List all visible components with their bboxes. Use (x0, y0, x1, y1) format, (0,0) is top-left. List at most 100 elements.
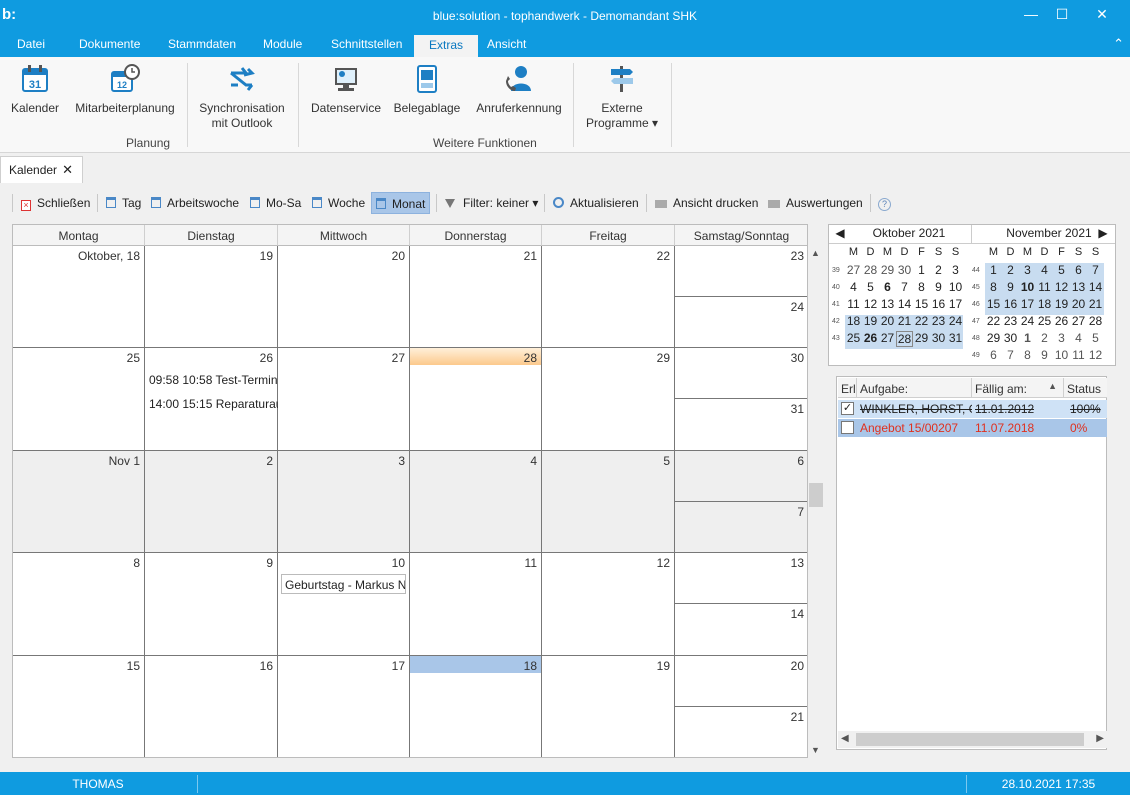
day-cell[interactable]: 21 (410, 246, 542, 348)
mini-cal-day[interactable]: 27 (845, 263, 862, 279)
mini-cal-day[interactable]: 2 (930, 263, 947, 279)
mini-cal-day[interactable]: 22 (985, 314, 1002, 330)
filter-dropdown[interactable]: Filter: keiner ▾ (441, 192, 542, 214)
day-cell[interactable]: 25 (13, 348, 145, 451)
mini-cal-day[interactable]: 30 (1002, 331, 1019, 347)
scroll-down-icon[interactable]: ▼ (811, 745, 820, 755)
mini-cal-day[interactable]: 7 (1087, 263, 1104, 279)
day-cell[interactable]: 19 (542, 656, 675, 757)
mini-cal-day[interactable]: 2 (1036, 331, 1053, 347)
mini-cal-day[interactable]: 29 (985, 331, 1002, 347)
mini-cal-day[interactable]: 15 (913, 297, 930, 313)
tab-kalender[interactable]: Kalender ✕ (0, 156, 83, 183)
mini-cal-day[interactable]: 17 (1019, 297, 1036, 313)
mini-cal-day[interactable]: 11 (845, 297, 862, 313)
day-cell[interactable]: 9 (145, 553, 278, 656)
day-cell[interactable]: 22 (542, 246, 675, 348)
weekend-day-cell[interactable]: 14 (675, 604, 807, 656)
mini-cal-day[interactable]: 25 (1036, 314, 1053, 330)
mini-cal-day[interactable]: 4 (845, 280, 862, 296)
mini-cal-day[interactable]: 4 (1070, 331, 1087, 347)
view-woche-button[interactable]: Woche (308, 192, 369, 214)
auswertungen-button[interactable]: Auswertungen (764, 192, 867, 214)
mini-cal-day[interactable]: 16 (930, 297, 947, 313)
calendar-scrollbar[interactable]: ▲ ▼ (808, 246, 824, 758)
mini-cal-day[interactable]: 20 (879, 314, 896, 330)
mini-cal-day[interactable]: 17 (947, 297, 964, 313)
mini-cal-day[interactable]: 5 (1087, 331, 1104, 347)
day-cell[interactable]: Nov 1 (13, 451, 145, 553)
mini-cal-day[interactable]: 10 (947, 280, 964, 296)
mini-cal-day[interactable]: 19 (862, 314, 879, 330)
mini-cal-day[interactable]: 1 (985, 263, 1002, 279)
mini-cal-day[interactable]: 27 (879, 331, 896, 347)
task-col-faellig[interactable]: Fällig am: ▲ (972, 378, 1064, 398)
view-mosa-button[interactable]: Mo-Sa (246, 192, 305, 214)
menu-ansicht[interactable]: Ansicht (487, 37, 526, 51)
mini-cal-day[interactable]: 13 (1070, 280, 1087, 296)
day-cell[interactable]: Oktober, 18 (13, 246, 145, 348)
weekend-day-cell[interactable]: 30 (675, 348, 807, 399)
task-row[interactable]: ✓ WINKLER, HORST, GE 11.01.2012 100% (838, 400, 1107, 418)
mini-cal-day[interactable]: 14 (896, 297, 913, 313)
day-cell[interactable]: 5 (542, 451, 675, 553)
view-tag-button[interactable]: Tag (102, 192, 145, 214)
day-cell[interactable]: 17 (278, 656, 410, 757)
close-button[interactable]: ✕ (1090, 6, 1114, 26)
aktualisieren-button[interactable]: Aktualisieren (549, 192, 643, 214)
task-checkbox[interactable]: ✓ (841, 402, 854, 415)
mini-cal-day[interactable]: 5 (862, 280, 879, 296)
minimize-button[interactable]: — (1019, 6, 1043, 26)
mini-cal-day[interactable]: 9 (930, 280, 947, 296)
mini-cal-day[interactable]: 13 (879, 297, 896, 313)
view-arbeitswoche-button[interactable]: Arbeitswoche (147, 192, 243, 214)
task-col-erl[interactable]: Erl (838, 378, 857, 398)
task-col-aufgabe[interactable]: Aufgabe: (857, 378, 972, 398)
hscroll-thumb[interactable] (856, 733, 1084, 746)
collapse-ribbon-icon[interactable]: ⌃ (1113, 36, 1124, 52)
weekend-day-cell[interactable]: 13 (675, 553, 807, 604)
mini-cal-day[interactable]: 19 (1053, 297, 1070, 313)
task-row[interactable]: Angebot 15/00207 11.07.2018 0% (838, 419, 1107, 437)
menu-dokumente[interactable]: Dokumente (79, 37, 140, 51)
mini-cal-day[interactable]: 24 (1019, 314, 1036, 330)
day-cell[interactable]: 16 (145, 656, 278, 757)
mini-cal-day[interactable]: 25 (845, 331, 862, 347)
close-tab-icon[interactable]: ✕ (62, 162, 73, 178)
mini-cal-day[interactable]: 26 (862, 331, 879, 347)
weekend-day-cell[interactable]: 24 (675, 297, 807, 348)
birthday-event[interactable]: Geburtstag - Markus N (281, 574, 406, 594)
mini-cal-day[interactable]: 6 (985, 348, 1002, 364)
mini-cal-day[interactable]: 21 (1087, 297, 1104, 313)
mini-cal-day[interactable]: 20 (1070, 297, 1087, 313)
day-cell[interactable]: 8 (13, 553, 145, 656)
day-cell[interactable]: 2 (145, 451, 278, 553)
scroll-up-icon[interactable]: ▲ (811, 248, 820, 258)
mini-cal-day[interactable]: 8 (985, 280, 1002, 296)
anruferkennung-button[interactable]: Anruferkennung (472, 63, 566, 116)
day-cell[interactable]: 12 (542, 553, 675, 656)
task-checkbox[interactable] (841, 421, 854, 434)
mini-cal-day[interactable]: 28 (862, 263, 879, 279)
mini-cal-day[interactable]: 3 (947, 263, 964, 279)
ansicht-drucken-button[interactable]: Ansicht drucken (651, 192, 762, 214)
scroll-thumb[interactable] (809, 483, 823, 507)
menu-datei[interactable]: Datei (17, 37, 45, 51)
calendar-event[interactable]: 09:58 10:58 Test-Termin (149, 373, 278, 387)
task-hscrollbar[interactable]: ◀ ▶ (838, 731, 1107, 748)
next-month-icon[interactable]: ▶ (1098, 226, 1108, 244)
mini-cal-day[interactable]: 18 (845, 314, 862, 330)
maximize-button[interactable]: ☐ (1050, 6, 1074, 26)
mini-cal-day[interactable]: 30 (896, 263, 913, 279)
mini-cal-day[interactable]: 28 (896, 331, 913, 347)
sync-outlook-button[interactable]: Synchronisation mit Outlook (196, 63, 288, 131)
prev-month-icon[interactable]: ◀ (835, 226, 845, 244)
day-cell[interactable]: 20 (278, 246, 410, 348)
mini-cal-day[interactable]: 14 (1087, 280, 1104, 296)
mini-cal-day[interactable]: 4 (1036, 263, 1053, 279)
help-button[interactable]: ? (874, 192, 895, 214)
mini-cal-day[interactable]: 5 (1053, 263, 1070, 279)
belegablage-button[interactable]: Belegablage (392, 63, 462, 116)
day-cell[interactable]: 11 (410, 553, 542, 656)
mini-cal-day[interactable]: 12 (1053, 280, 1070, 296)
